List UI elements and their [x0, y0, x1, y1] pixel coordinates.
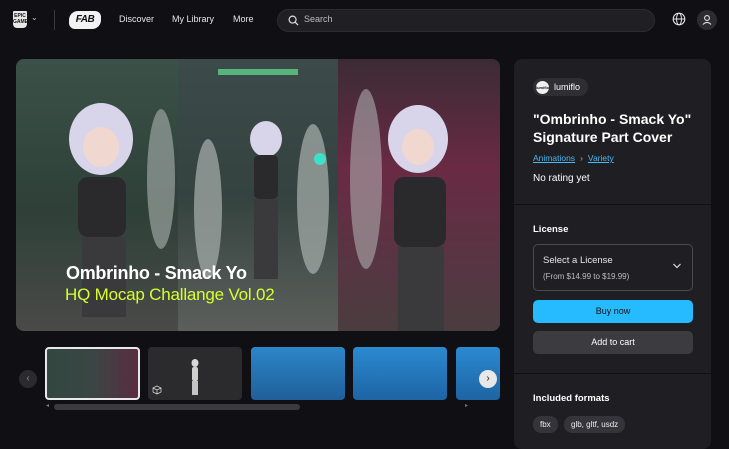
- nav-more[interactable]: More: [233, 14, 254, 24]
- add-to-cart-button[interactable]: Add to cart: [533, 331, 693, 354]
- scroll-left-arrow-icon[interactable]: ◂: [46, 402, 49, 409]
- globe-icon[interactable]: [672, 12, 686, 26]
- chevron-down-icon: [673, 263, 681, 269]
- fab-logo[interactable]: FAB: [69, 11, 101, 29]
- nav-discover[interactable]: Discover: [119, 14, 154, 24]
- 3d-cube-icon: [152, 385, 162, 395]
- license-price-range: (From $14.99 to $19.99): [543, 272, 630, 281]
- character-figure-illustration: [191, 359, 199, 395]
- thumbnail-1-selected[interactable]: [45, 347, 140, 400]
- product-hero-image[interactable]: Ombrinho - Smack Yo HQ Mocap Challange V…: [16, 59, 500, 331]
- license-select[interactable]: Select a License (From $14.99 to $19.99): [533, 244, 693, 291]
- license-heading: License: [533, 224, 569, 235]
- chevron-down-icon[interactable]: ⌄: [31, 13, 38, 22]
- format-tag-fbx: fbx: [533, 416, 558, 433]
- thumbnails-scrollbar[interactable]: [54, 404, 300, 410]
- nav-divider: [54, 10, 55, 30]
- search-input[interactable]: [304, 14, 604, 24]
- breadcrumb-animations[interactable]: Animations: [533, 153, 575, 163]
- product-info-panel: lumiflo lumiflo "Ombrinho - Smack Yo" Si…: [514, 59, 711, 449]
- user-icon: [702, 15, 712, 25]
- license-select-label: Select a License: [543, 255, 613, 266]
- top-nav-bar: EPIC GAMES ⌄ FAB Discover My Library Mor…: [0, 0, 729, 40]
- rating-text: No rating yet: [533, 173, 590, 184]
- section-divider: [514, 373, 711, 374]
- section-divider: [514, 204, 711, 205]
- creator-badge[interactable]: lumiflo lumiflo: [533, 78, 589, 96]
- scroll-right-arrow-icon[interactable]: ▸: [465, 402, 468, 409]
- hero-panel-right: [338, 59, 500, 331]
- creator-name: lumiflo: [554, 82, 581, 92]
- included-formats-heading: Included formats: [533, 393, 610, 404]
- user-avatar-button[interactable]: [697, 10, 717, 30]
- search-icon: [288, 15, 299, 26]
- thumbnails-prev-button[interactable]: ‹: [19, 370, 37, 388]
- nav-my-library[interactable]: My Library: [172, 14, 214, 24]
- chevron-right-icon: ›: [580, 153, 583, 163]
- search-bar[interactable]: [277, 9, 655, 32]
- hero-subtitle: HQ Mocap Challange Vol.02: [65, 285, 275, 304]
- epic-games-logo[interactable]: EPIC GAMES: [13, 11, 31, 28]
- buy-now-button[interactable]: Buy now: [533, 300, 693, 323]
- breadcrumb: Animations › Variety: [533, 153, 614, 163]
- thumbnail-3[interactable]: [251, 347, 345, 400]
- creator-logo: lumiflo: [536, 80, 549, 94]
- thumbnails-next-button[interactable]: ›: [479, 370, 497, 388]
- character-figure-illustration: [350, 89, 448, 331]
- product-title: "Ombrinho - Smack Yo" Signature Part Cov…: [533, 111, 692, 145]
- hero-title: Ombrinho - Smack Yo: [66, 263, 247, 283]
- format-tag-gltf: glb, gltf, usdz: [564, 416, 626, 433]
- thumbnail-2[interactable]: [148, 347, 242, 400]
- thumbnail-4[interactable]: [353, 347, 447, 400]
- breadcrumb-variety[interactable]: Variety: [588, 153, 614, 163]
